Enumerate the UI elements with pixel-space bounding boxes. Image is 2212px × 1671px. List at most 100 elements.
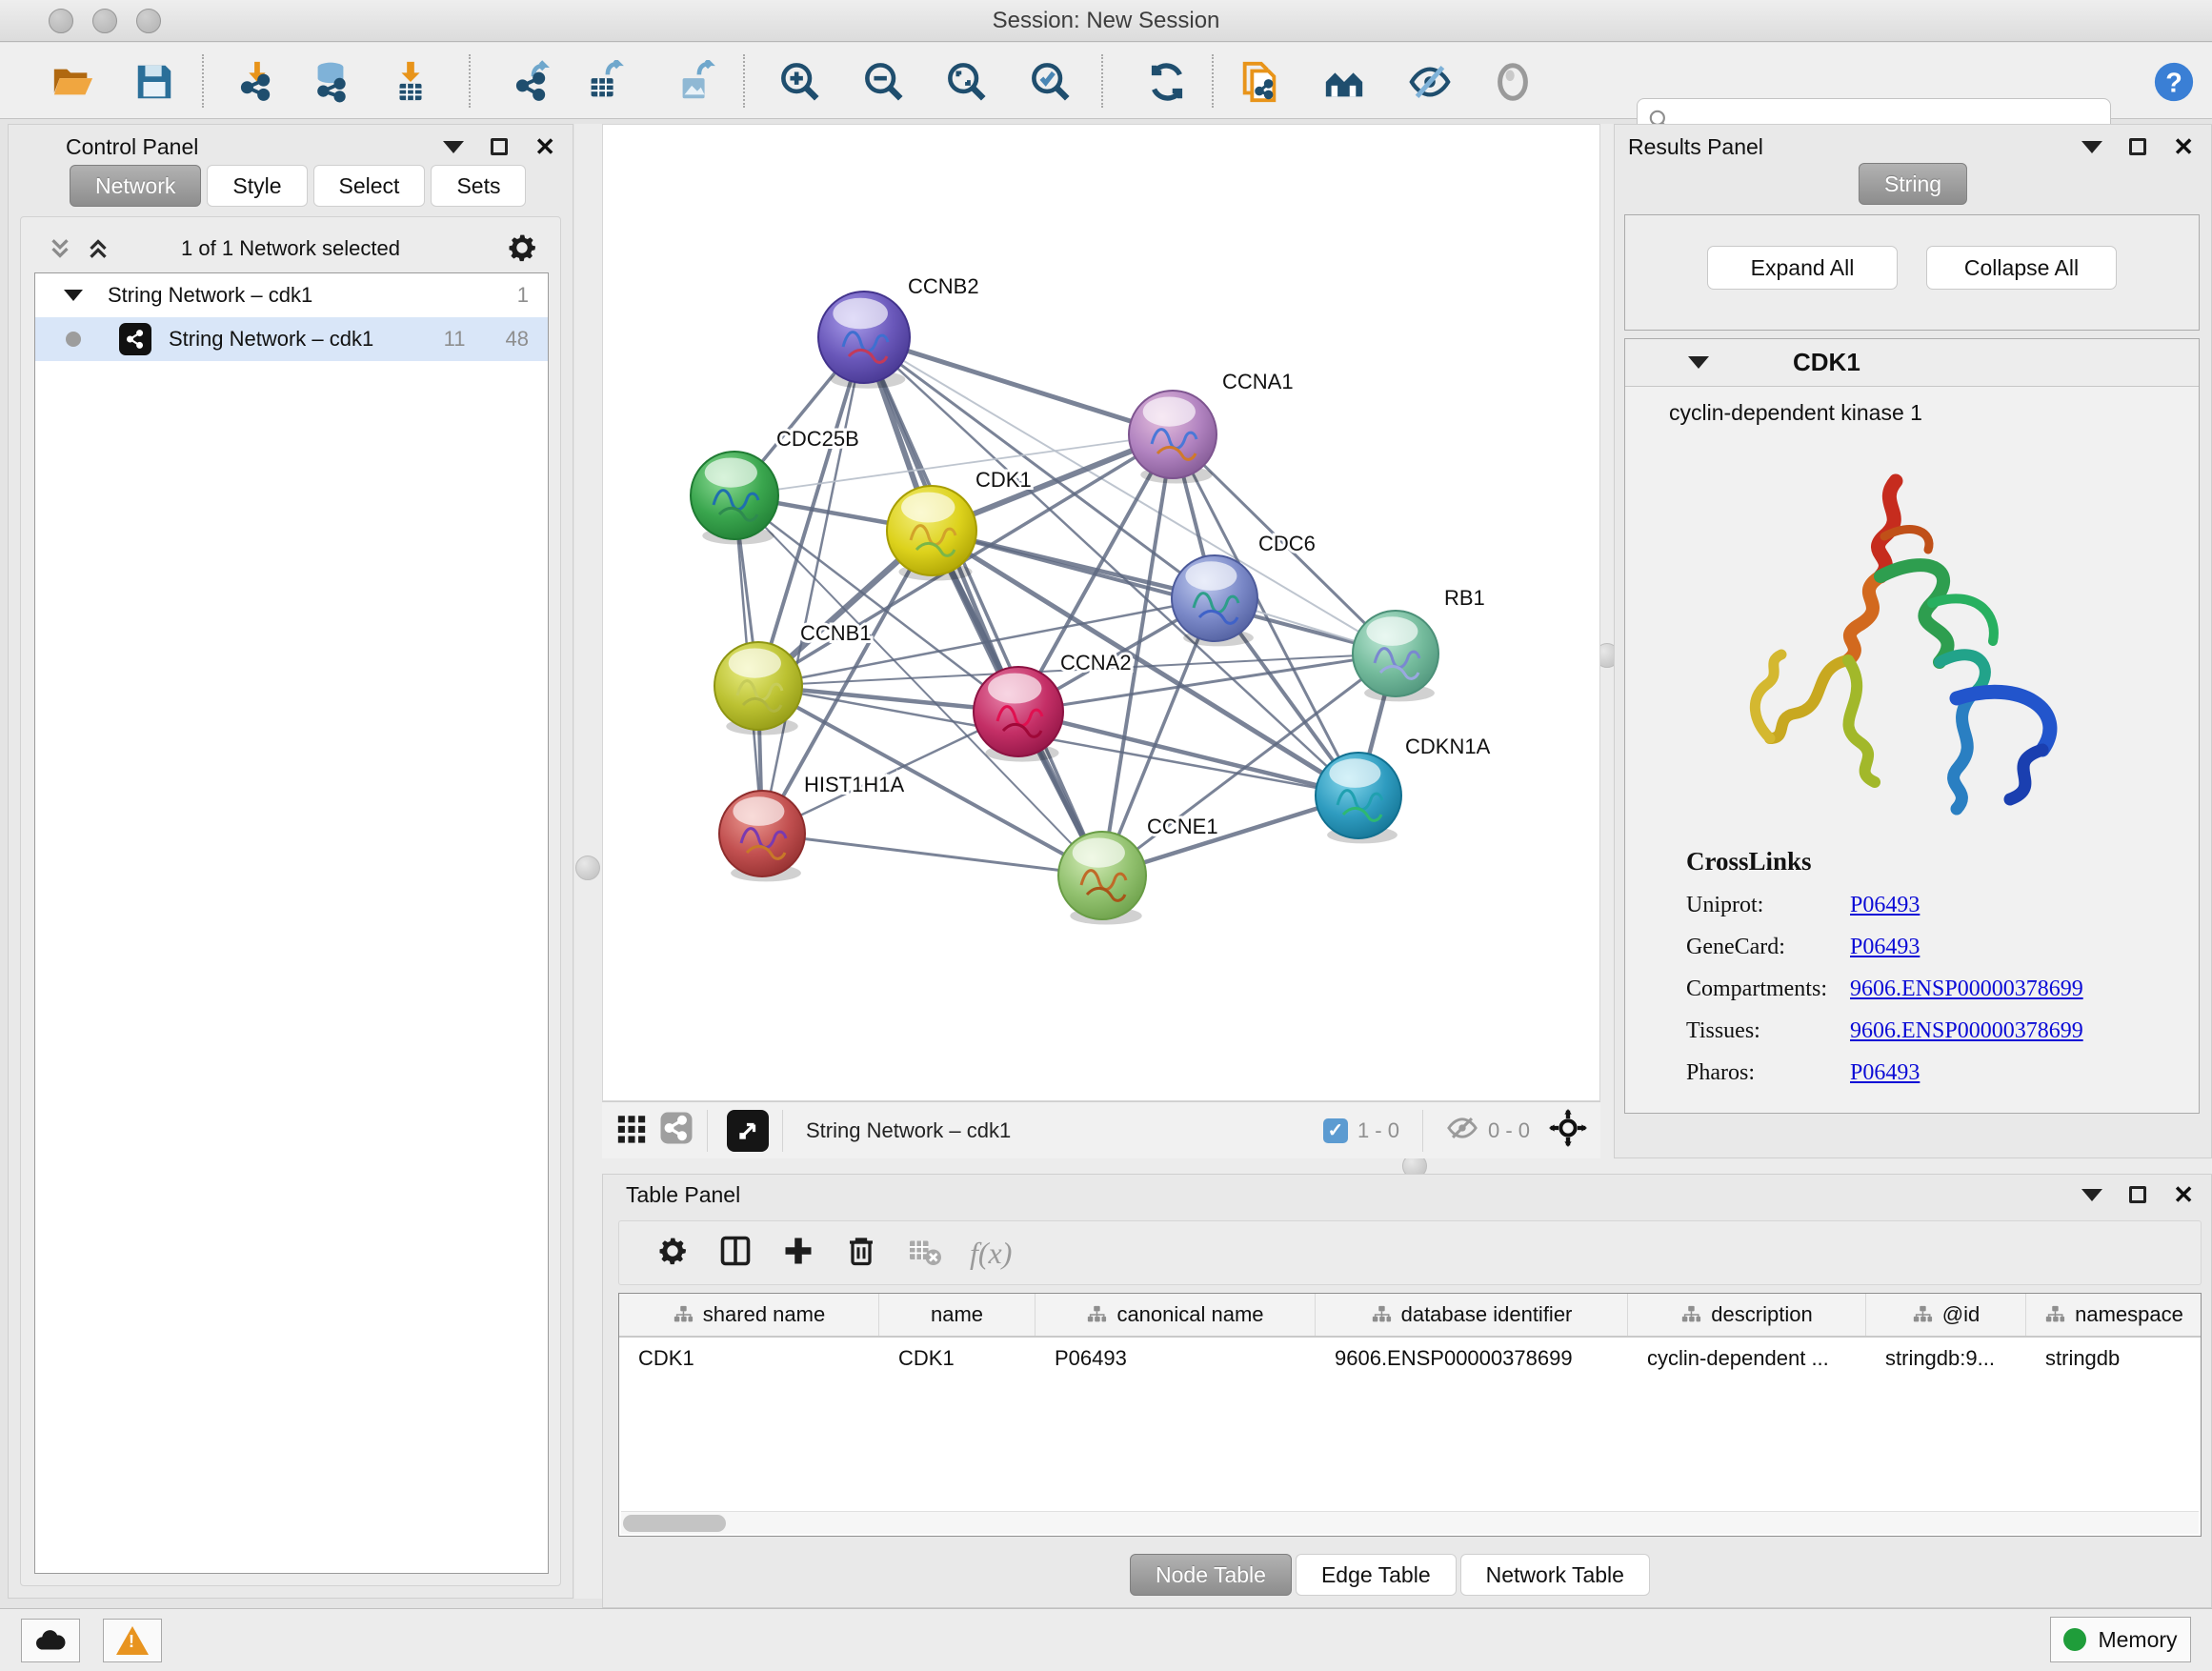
network-row[interactable]: String Network – cdk1 11 48: [35, 317, 548, 361]
tab-style[interactable]: Style: [207, 165, 307, 207]
collapse-all-button[interactable]: Collapse All: [1926, 246, 2117, 290]
column-header-canonical-name[interactable]: canonical name: [1036, 1294, 1316, 1336]
edge-CCNB2-CCNA1[interactable]: [864, 337, 1173, 434]
zoom-selected-button[interactable]: [1028, 59, 1074, 105]
table-cell[interactable]: P06493: [1036, 1346, 1316, 1371]
help-button[interactable]: ?: [2151, 59, 2197, 105]
table-cell[interactable]: 9606.ENSP00000378699: [1316, 1346, 1628, 1371]
panel-close-icon[interactable]: ✕: [2173, 138, 2194, 155]
export-image-button[interactable]: [673, 59, 718, 105]
table-row[interactable]: CDK1CDK1P064939606.ENSP00000378699cyclin…: [619, 1338, 2201, 1379]
crosslink-link[interactable]: 9606.ENSP00000378699: [1850, 1018, 2083, 1044]
import-table-file-button[interactable]: [388, 59, 433, 105]
collection-expander-icon[interactable]: [64, 290, 83, 301]
network-canvas[interactable]: CCNB2CCNA1CDC25BCDK1CDC6RB1CCNB1CCNA2CDK…: [602, 124, 1600, 1101]
birdseye-view-button[interactable]: [727, 1110, 769, 1152]
column-header-description[interactable]: description: [1628, 1294, 1866, 1336]
column-header-database-identifier[interactable]: database identifier: [1316, 1294, 1628, 1336]
tab-edge-table[interactable]: Edge Table: [1296, 1554, 1457, 1596]
network-collection-row[interactable]: String Network – cdk1 1: [35, 273, 548, 317]
tab-network-table[interactable]: Network Table: [1460, 1554, 1650, 1596]
panel-float-icon[interactable]: [491, 138, 508, 155]
delete-table-icon[interactable]: [907, 1234, 941, 1273]
table-cell[interactable]: CDK1: [879, 1346, 1036, 1371]
first-neighbors-button[interactable]: [1321, 59, 1367, 105]
node-CCNB2[interactable]: CCNB2: [818, 274, 979, 389]
node-CCNA1[interactable]: CCNA1: [1129, 370, 1294, 484]
new-network-from-selection-button[interactable]: [1237, 59, 1282, 105]
node-CDK1[interactable]: CDK1: [887, 468, 1032, 581]
scrollbar-thumb[interactable]: [623, 1515, 726, 1532]
tab-node-table[interactable]: Node Table: [1130, 1554, 1292, 1596]
node-table[interactable]: shared namenamecanonical namedatabase id…: [618, 1293, 2202, 1537]
table-cell[interactable]: stringdb:9...: [1866, 1346, 2026, 1371]
delete-column-trash-icon[interactable]: [844, 1234, 878, 1273]
grid-view-icon[interactable]: [615, 1112, 648, 1149]
hidden-eye-slash-icon[interactable]: [1446, 1112, 1478, 1149]
crosslink-link[interactable]: 9606.ENSP00000378699: [1850, 976, 2083, 1002]
gear-icon[interactable]: [505, 231, 539, 270]
gene-expander-icon[interactable]: [1688, 356, 1709, 369]
tab-network[interactable]: Network: [70, 165, 201, 207]
zoom-in-button[interactable]: [777, 59, 823, 105]
panel-menu-icon[interactable]: [443, 141, 464, 153]
save-session-button[interactable]: [131, 59, 177, 105]
table-cell[interactable]: cyclin-dependent ...: [1628, 1346, 1866, 1371]
export-table-button[interactable]: [581, 59, 627, 105]
crosslink-link[interactable]: P06493: [1850, 1060, 1920, 1086]
export-network-button[interactable]: [509, 59, 554, 105]
splitter-grip[interactable]: [575, 856, 600, 880]
panel-float-icon[interactable]: [2129, 1186, 2146, 1203]
edge-HIST1H1A-CCNE1[interactable]: [762, 834, 1102, 876]
pan-crosshair-icon[interactable]: [1549, 1109, 1587, 1152]
table-cell[interactable]: CDK1: [619, 1346, 879, 1371]
right-splitter[interactable]: [1600, 124, 1614, 1158]
memory-button[interactable]: Memory: [2050, 1617, 2191, 1662]
import-network-file-button[interactable]: [233, 59, 279, 105]
crosslink-link[interactable]: P06493: [1850, 893, 1920, 918]
crosslink-link[interactable]: P06493: [1850, 935, 1920, 960]
column-header-name[interactable]: name: [879, 1294, 1036, 1336]
show-columns-icon[interactable]: [718, 1234, 753, 1273]
show-all-button[interactable]: [1490, 59, 1536, 105]
gene-header-row[interactable]: CDK1: [1625, 339, 2199, 387]
tab-sets[interactable]: Sets: [431, 165, 526, 207]
cloud-status-button[interactable]: [21, 1619, 80, 1662]
panel-close-icon[interactable]: ✕: [2173, 1186, 2194, 1203]
tab-string[interactable]: String: [1859, 163, 1967, 205]
apply-layout-button[interactable]: [1144, 59, 1190, 105]
import-network-database-button[interactable]: [308, 59, 353, 105]
table-cell[interactable]: stringdb: [2026, 1346, 2202, 1371]
column-header-shared-name[interactable]: shared name: [619, 1294, 879, 1336]
zoom-out-button[interactable]: [861, 59, 907, 105]
network-graph[interactable]: CCNB2CCNA1CDC25BCDK1CDC6RB1CCNB1CCNA2CDK…: [603, 125, 1599, 1100]
panel-float-icon[interactable]: [2129, 138, 2146, 155]
bottom-splitter[interactable]: [602, 1158, 2212, 1174]
panel-close-icon[interactable]: ✕: [534, 138, 555, 155]
hide-selection-button[interactable]: [1407, 59, 1453, 105]
edge-CCNB2-HIST1H1A[interactable]: [762, 337, 864, 834]
tab-select[interactable]: Select: [313, 165, 426, 207]
horizontal-scrollbar[interactable]: [621, 1511, 2199, 1534]
expand-all-button[interactable]: Expand All: [1707, 246, 1898, 290]
zoom-fit-button[interactable]: [944, 59, 990, 105]
table-settings-gear-icon[interactable]: [655, 1234, 690, 1273]
edge-CDK1-RB1[interactable]: [932, 531, 1396, 654]
warning-status-button[interactable]: [103, 1619, 162, 1662]
export-image-icon: [674, 60, 717, 104]
column-header-namespace[interactable]: namespace: [2026, 1294, 2202, 1336]
function-builder-icon[interactable]: f(x): [970, 1236, 1012, 1271]
add-column-icon[interactable]: [781, 1234, 815, 1273]
selected-checkbox-icon[interactable]: ✓: [1323, 1118, 1348, 1143]
node-CDC6[interactable]: CDC6: [1172, 532, 1316, 646]
left-splitter[interactable]: [574, 124, 602, 1599]
network-share-icon[interactable]: [659, 1111, 694, 1150]
node-RB1[interactable]: RB1: [1353, 586, 1485, 701]
node-HIST1H1A[interactable]: HIST1H1A: [719, 773, 904, 881]
column-header--id[interactable]: @id: [1866, 1294, 2026, 1336]
panel-menu-icon[interactable]: [2081, 1189, 2102, 1201]
panel-menu-icon[interactable]: [2081, 141, 2102, 153]
node-CDKN1A[interactable]: CDKN1A: [1316, 735, 1491, 843]
open-session-button[interactable]: [50, 59, 95, 105]
column-label: @id: [1942, 1302, 1980, 1327]
